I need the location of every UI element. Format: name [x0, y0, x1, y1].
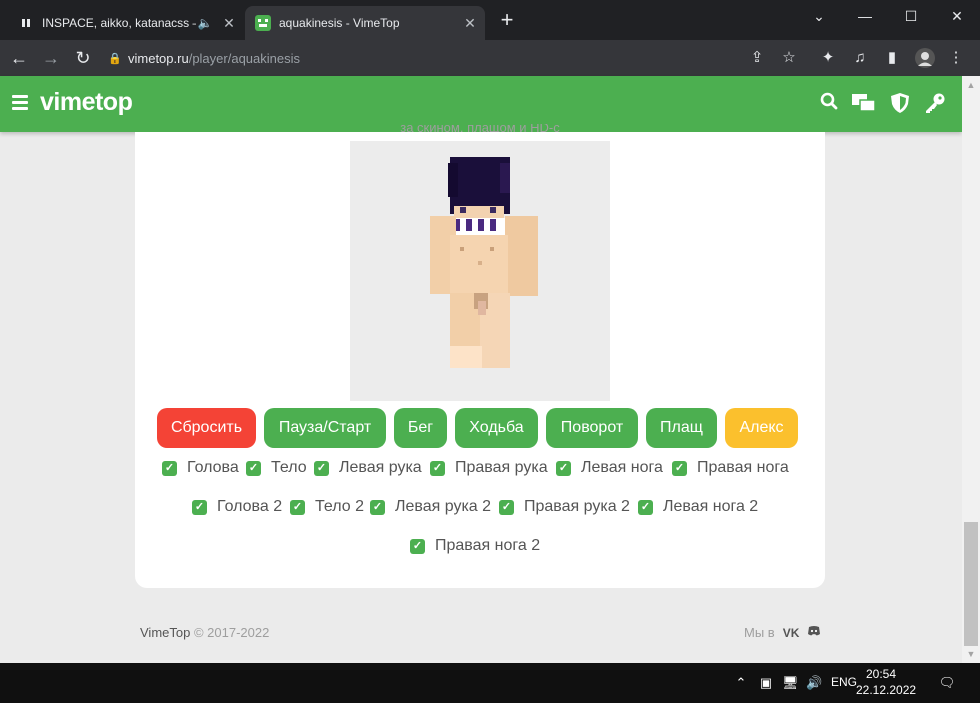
reset-button[interactable]: Сбросить	[157, 408, 256, 448]
tray-chevron-icon[interactable]: ⌃	[734, 675, 748, 691]
checkmark-icon[interactable]: ✓	[246, 460, 261, 476]
discord-icon[interactable]	[807, 625, 821, 640]
checkbox-right-leg-2[interactable]: ✓ Правая нога 2	[410, 536, 540, 556]
footer-brand-name[interactable]: VimeTop	[140, 625, 190, 640]
checkbox-body[interactable]: ✓ Тело	[246, 458, 307, 478]
checkbox-head[interactable]: ✓ Голова	[162, 458, 239, 478]
skin-heading-cut: за скином, плащом и HD-с	[400, 124, 560, 132]
checkbox-left-leg-2[interactable]: ✓ Левая нога 2	[638, 497, 758, 517]
footer-copyright: VimeTop © 2017-2022	[140, 625, 269, 640]
tab-vimetop[interactable]: aquakinesis - VimeTop ✕	[245, 6, 485, 40]
scroll-up-button[interactable]: ▲	[962, 76, 980, 94]
checkbox-label: Правая нога 2	[435, 537, 541, 554]
checkmark-icon[interactable]: ✓	[370, 499, 385, 515]
rotate-button[interactable]: Поворот	[546, 408, 638, 448]
servers-icon[interactable]	[851, 92, 877, 116]
scroll-down-button[interactable]: ▼	[962, 645, 980, 663]
checkmark-icon[interactable]: ✓	[314, 460, 329, 476]
url-domain: vimetop.ru	[128, 50, 189, 66]
network-icon[interactable]: 🖥	[782, 675, 799, 691]
checkbox-label: Левая нога	[581, 459, 663, 476]
footer-years: © 2017-2022	[193, 625, 270, 640]
vk-icon[interactable]: VK	[783, 626, 800, 640]
minimize-button[interactable]: —	[842, 0, 888, 32]
checkmark-icon[interactable]: ✓	[499, 499, 514, 515]
checkbox-label: Правая рука	[455, 459, 548, 476]
checkbox-label: Голова	[187, 459, 239, 476]
tab-search-icon[interactable]: ⌄	[796, 0, 842, 32]
checkbox-label: Левая рука	[339, 459, 422, 476]
tab-title: INSPACE, aikko, katanacss —	[42, 16, 196, 30]
checkmark-icon[interactable]: ✓	[410, 538, 425, 554]
tab-inspace[interactable]: INSPACE, aikko, katanacss — 🔈 ✕	[10, 6, 244, 40]
checkbox-right-leg[interactable]: ✓ Правая нога	[672, 458, 789, 478]
walk-button[interactable]: Ходьба	[455, 408, 538, 448]
address-bar[interactable]: 🔒 vimetop.ru/player/aquakinesis	[108, 45, 728, 71]
browser-menu-icon[interactable]: ⋮	[945, 47, 967, 69]
reload-icon[interactable]: ↻	[72, 47, 94, 69]
alex-button[interactable]: Алекс	[725, 408, 798, 448]
shield-icon[interactable]	[888, 92, 912, 116]
pause-icon[interactable]	[18, 15, 34, 31]
media-control-icon[interactable]: ♫	[849, 47, 871, 69]
profile-avatar[interactable]	[913, 47, 937, 69]
skin-viewer[interactable]	[350, 141, 610, 401]
vimetop-favicon-icon	[255, 15, 271, 31]
clock-date: 22.12.2022	[856, 683, 917, 697]
checkmark-icon[interactable]: ✓	[162, 460, 177, 476]
checkbox-left-arm[interactable]: ✓ Левая рука	[314, 458, 422, 478]
maximize-button[interactable]: ☐	[888, 0, 934, 32]
checkbox-label: Левая рука 2	[395, 498, 492, 515]
notifications-icon[interactable]: 🗨	[938, 675, 956, 691]
key-icon[interactable]	[923, 92, 947, 116]
extensions-icon[interactable]: ✦	[817, 47, 839, 69]
run-button[interactable]: Бег	[394, 408, 447, 448]
clock-time: 20:54	[865, 667, 897, 681]
audio-icon[interactable]: 🔈	[196, 16, 214, 30]
new-tab-button[interactable]: +	[496, 9, 518, 31]
volume-icon[interactable]: 🔊	[806, 675, 822, 691]
forward-icon[interactable]: →	[40, 47, 62, 69]
checkbox-left-leg[interactable]: ✓ Левая нога	[556, 458, 663, 478]
back-icon[interactable]: ←	[8, 47, 30, 69]
close-icon[interactable]: ✕	[220, 15, 238, 32]
scrollbar-thumb[interactable]	[964, 522, 978, 646]
checkbox-right-arm-2[interactable]: ✓ Правая рука 2	[499, 497, 630, 517]
side-panel-icon[interactable]: ▮	[881, 47, 903, 69]
checkbox-left-arm-2[interactable]: ✓ Левая рука 2	[370, 497, 491, 517]
checkbox-body-2[interactable]: ✓ Тело 2	[290, 497, 364, 517]
hamburger-menu-icon[interactable]	[12, 95, 28, 111]
tray-app-icon[interactable]: ▣	[758, 675, 774, 691]
checkmark-icon[interactable]: ✓	[556, 460, 571, 476]
taskbar-clock[interactable]: 20:54 22.12.2022	[856, 666, 917, 698]
checkbox-right-arm[interactable]: ✓ Правая рука	[430, 458, 548, 478]
checkbox-label: Правая нога	[697, 459, 789, 476]
checkmark-icon[interactable]: ✓	[290, 499, 305, 515]
bookmark-star-icon[interactable]: ☆	[778, 47, 800, 69]
checkbox-label: Правая рука 2	[524, 498, 630, 515]
close-window-button[interactable]: ✕	[934, 0, 980, 32]
url-path: /player/aquakinesis	[188, 50, 300, 66]
footer-social-label: Мы в	[744, 625, 775, 640]
skin-render	[430, 157, 538, 368]
close-icon[interactable]: ✕	[461, 15, 479, 32]
site-logo[interactable]: vimetop	[40, 88, 133, 117]
checkbox-head-2[interactable]: ✓ Голова 2	[192, 497, 282, 517]
checkbox-label: Тело	[271, 459, 307, 476]
pause-start-button[interactable]: Пауза/Старт	[264, 408, 386, 448]
cape-button[interactable]: Плащ	[646, 408, 717, 448]
search-icon[interactable]	[817, 92, 841, 116]
checkmark-icon[interactable]: ✓	[430, 460, 445, 476]
checkbox-label: Левая нога 2	[663, 498, 759, 515]
lock-icon: 🔒	[108, 52, 122, 65]
checkmark-icon[interactable]: ✓	[672, 460, 687, 476]
checkmark-icon[interactable]: ✓	[638, 499, 653, 515]
checkmark-icon[interactable]: ✓	[192, 499, 207, 515]
share-icon[interactable]: ⇪	[746, 47, 768, 69]
checkbox-label: Голова 2	[217, 498, 283, 515]
footer-social: Мы в VK	[744, 625, 821, 640]
language-indicator[interactable]: ENG	[830, 675, 858, 689]
checkbox-label: Тело 2	[315, 498, 364, 515]
tab-title: aquakinesis - VimeTop	[279, 16, 400, 30]
